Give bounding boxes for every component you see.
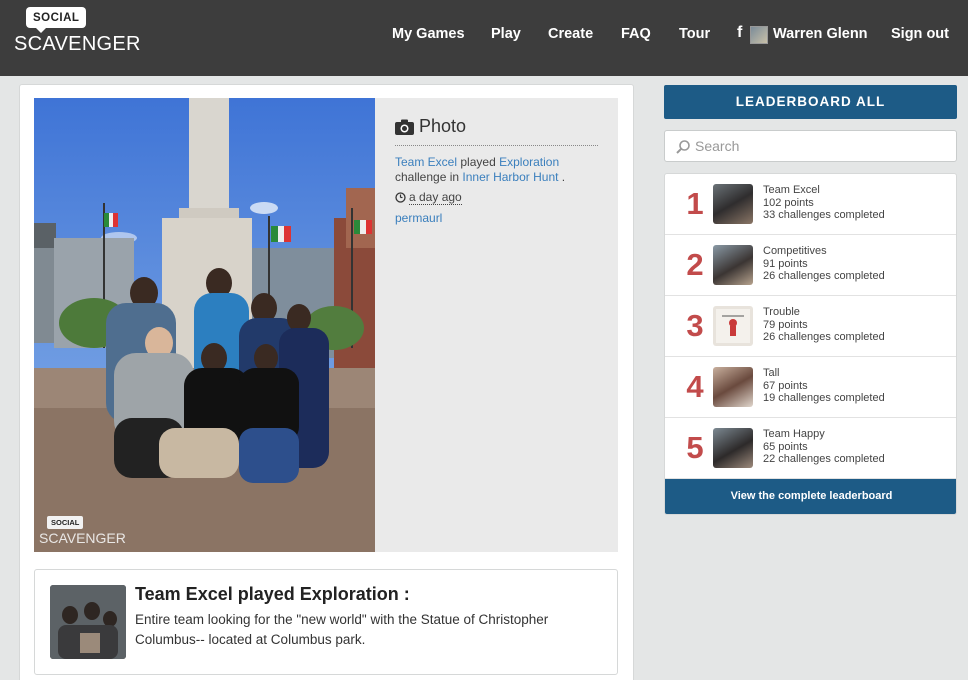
period-text: . — [561, 170, 566, 184]
team-name[interactable]: Team Happy — [763, 428, 885, 441]
team-challenges: 26 challenges completed — [763, 331, 885, 343]
social-scavenger-logo[interactable]: SOCIAL SCAVENGER — [14, 7, 141, 57]
leaderboard-entry-text: Competitives 91 points 26 challenges com… — [763, 245, 885, 283]
caption-title: Team Excel played Exploration : — [135, 584, 410, 604]
team-thumbnail — [713, 367, 753, 407]
hunt-link[interactable]: Inner Harbor Hunt — [462, 170, 558, 184]
leaderboard-rank: 1 — [686, 186, 704, 221]
nav-play[interactable]: Play — [491, 26, 521, 42]
caption-thumbnail[interactable] — [50, 585, 126, 659]
leaderboard-rank: 2 — [686, 247, 704, 282]
photo-illustration — [34, 98, 375, 552]
team-name[interactable]: Competitives — [763, 245, 885, 258]
team-challenges: 22 challenges completed — [763, 453, 885, 465]
leaderboard-entry-text: Team Excel 102 points 33 challenges comp… — [763, 184, 885, 222]
team-name[interactable]: Tall — [763, 367, 885, 380]
team-link[interactable]: Team Excel — [395, 155, 457, 169]
team-points: 79 points — [763, 318, 808, 331]
leaderboard-entry-text: Trouble 79 points 26 challenges complete… — [763, 306, 885, 344]
team-points: 65 points — [763, 440, 808, 453]
team-thumbnail — [713, 306, 753, 346]
leaderboard-rank: 5 — [686, 430, 704, 465]
leaderboard-list: 1 Team Excel 102 points 33 challenges co… — [664, 173, 957, 515]
team-challenges: 33 challenges completed — [763, 209, 885, 221]
leaderboard-rank: 4 — [686, 369, 704, 404]
search-box[interactable] — [664, 130, 957, 162]
post-timestamp: a day ago — [395, 190, 598, 205]
played-word: played — [460, 155, 496, 169]
challenge-link[interactable]: Exploration — [499, 155, 559, 169]
logo-badge: SOCIAL — [26, 7, 87, 33]
team-points: 67 points — [763, 379, 808, 392]
leaderboard-row[interactable]: 5 Team Happy 65 points 22 challenges com… — [665, 418, 956, 479]
post-type-label: Photo — [419, 116, 467, 136]
logo-wordmark: SCAVENGER — [14, 33, 141, 55]
nav-create[interactable]: Create — [548, 26, 593, 42]
nav-sign-out[interactable]: Sign out — [891, 26, 949, 42]
post-description: Team Excel played Exploration challenge … — [395, 155, 598, 185]
permalink[interactable]: permaurl — [395, 211, 598, 225]
facebook-icon: f — [737, 24, 743, 41]
team-name[interactable]: Team Excel — [763, 184, 885, 197]
leaderboard-rank: 3 — [686, 308, 704, 343]
clock-icon — [395, 192, 406, 203]
leaderboard-row[interactable]: 4 Tall 67 points 19 challenges completed — [665, 357, 956, 418]
time-ago: a day ago — [409, 190, 462, 205]
leaderboard-entry-text: Tall 67 points 19 challenges completed — [763, 367, 885, 405]
post-type-heading: Photo — [395, 116, 598, 146]
team-points: 91 points — [763, 257, 808, 270]
caption-box: Team Excel played Exploration : Entire t… — [34, 569, 618, 675]
post-info: Photo Team Excel played Exploration chal… — [395, 116, 598, 225]
photo-watermark-word: SCAVENGER — [39, 530, 126, 546]
team-name[interactable]: Trouble — [763, 306, 885, 319]
leaderboard-row[interactable]: 2 Competitives 91 points 26 challenges c… — [665, 235, 956, 296]
team-challenges: 19 challenges completed — [763, 392, 885, 404]
photo-watermark-badge: SOCIAL — [47, 516, 84, 529]
leaderboard-row[interactable]: 1 Team Excel 102 points 33 challenges co… — [665, 174, 956, 235]
nav-faq[interactable]: FAQ — [621, 26, 651, 42]
nav-my-games[interactable]: My Games — [392, 26, 465, 42]
team-thumbnail — [713, 245, 753, 285]
search-input[interactable] — [695, 136, 945, 156]
caption-text: Entire team looking for the "new world" … — [135, 612, 549, 647]
team-thumbnail — [713, 428, 753, 468]
search-icon — [676, 140, 690, 154]
leaderboard-all-button[interactable]: LEADERBOARD ALL — [664, 85, 957, 119]
leaderboard-entry-text: Team Happy 65 points 22 challenges compl… — [763, 428, 885, 466]
leaderboard-row[interactable]: 3 Trouble 79 points 26 challenges comple… — [665, 296, 956, 357]
challenge-photo[interactable]: SOCIAL SCAVENGER — [34, 98, 375, 552]
nav-user-name[interactable]: Warren Glenn — [773, 26, 868, 42]
nav-tour[interactable]: Tour — [679, 26, 710, 42]
top-navigation-bar: SOCIAL SCAVENGER My Games Play Create FA… — [0, 0, 968, 76]
team-points: 102 points — [763, 196, 814, 209]
caption-thumbnail-image — [50, 585, 126, 659]
team-thumbnail — [713, 184, 753, 224]
user-avatar[interactable] — [750, 26, 768, 44]
trouble-sign-image — [716, 309, 750, 343]
camera-icon — [395, 119, 414, 135]
view-complete-leaderboard-link[interactable]: View the complete leaderboard — [665, 479, 956, 514]
challenge-in-text: challenge in — [395, 170, 460, 184]
team-challenges: 26 challenges completed — [763, 270, 885, 282]
